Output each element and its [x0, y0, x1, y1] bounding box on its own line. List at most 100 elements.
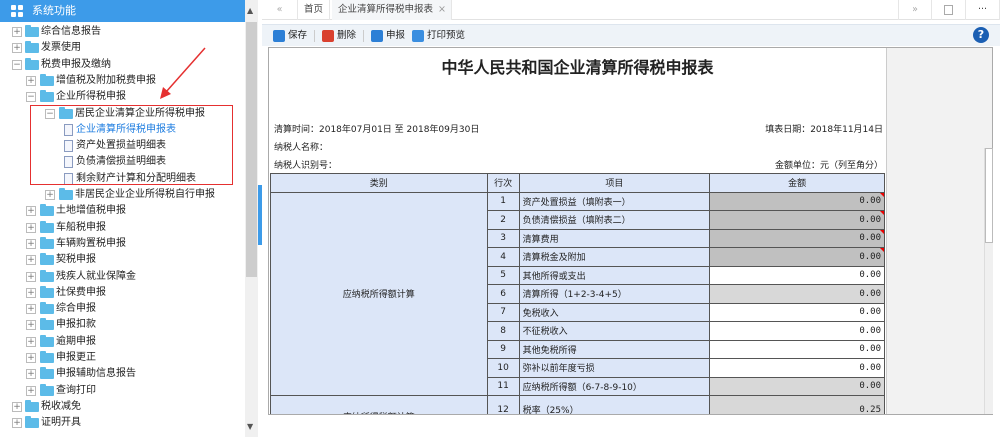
- tree-item-label: 逾期申报: [56, 335, 96, 347]
- expand-icon[interactable]: +: [26, 255, 36, 266]
- item-label: 负债清偿损益（填附表二）: [518, 210, 711, 230]
- tab-current[interactable]: 企业清算所得税申报表 ×: [332, 0, 453, 20]
- amount-field: 0.00: [709, 376, 885, 396]
- save-button[interactable]: 保存: [273, 29, 307, 43]
- tax-form: 中华人民共和国企业清算所得税申报表 清算时间：2018年07月01日 至 201…: [269, 48, 886, 414]
- tree-item[interactable]: + 证明开具: [0, 415, 245, 431]
- amount-field[interactable]: 0.00: [709, 265, 885, 285]
- expand-icon[interactable]: +: [26, 336, 36, 347]
- scroll-thumb[interactable]: [985, 148, 993, 243]
- annotation-arrow: [160, 47, 206, 99]
- folder-icon: [59, 188, 73, 200]
- tree-item[interactable]: + 申报辅助信息报告: [0, 366, 245, 382]
- row-number: 11: [486, 376, 520, 396]
- item-label: 清算所得（1+2-3-4+5）: [518, 284, 711, 304]
- scroll-up-icon[interactable]: ▲: [247, 6, 253, 15]
- tree-item[interactable]: + 非居民企业企业所得税自行申报: [0, 187, 245, 203]
- tree-item[interactable]: + 土地增值税申报: [0, 203, 245, 219]
- delete-button[interactable]: 删除: [322, 29, 356, 43]
- tree-item-label: 税收减免: [41, 400, 81, 412]
- category-cell: 应纳税所得额计算: [270, 191, 488, 396]
- item-label: 应纳税所得额（6-7-8-9-10）: [518, 376, 711, 396]
- tree-item[interactable]: + 综合申报: [0, 301, 245, 317]
- tree-item[interactable]: + 申报更正: [0, 350, 245, 366]
- expand-icon[interactable]: +: [45, 190, 55, 200]
- column-header: 项目: [518, 173, 711, 193]
- row-number: 2: [486, 210, 520, 230]
- item-label: 税率（25%）: [518, 395, 711, 414]
- expand-icon[interactable]: +: [26, 222, 36, 233]
- tree-item-label: 申报扣款: [56, 319, 96, 331]
- item-label: 弥补以前年度亏损: [518, 358, 711, 378]
- expand-icon[interactable]: +: [26, 353, 36, 363]
- folder-icon: [25, 399, 39, 412]
- expand-icon[interactable]: +: [26, 369, 36, 380]
- row-number: 5: [486, 265, 520, 285]
- form-scrollbar[interactable]: [984, 148, 993, 414]
- tab-next-button[interactable]: »: [898, 0, 932, 20]
- tab-home[interactable]: 首页: [298, 0, 331, 20]
- close-icon[interactable]: ×: [438, 0, 446, 20]
- row-number: 1: [486, 191, 520, 211]
- expand-icon[interactable]: +: [26, 271, 36, 282]
- amount-field[interactable]: 0.00: [709, 321, 885, 341]
- more-icon[interactable]: ···: [966, 0, 1000, 20]
- expand-icon[interactable]: +: [26, 385, 36, 396]
- help-icon[interactable]: ?: [973, 27, 989, 43]
- folder-icon: [40, 253, 54, 266]
- expand-icon[interactable]: +: [26, 206, 36, 217]
- item-label: 免税收入: [518, 302, 711, 322]
- expand-icon[interactable]: +: [26, 304, 36, 315]
- tax-table: 类别 行次 项目 金额 应纳税所得额计算 1 资产处置损益（填附表一） 0.00 2 负债清偿损…: [270, 173, 885, 414]
- submit-button[interactable]: 申报: [371, 29, 405, 43]
- tree-item[interactable]: + 契税申报: [0, 252, 245, 268]
- tree-item[interactable]: + 申报扣款: [0, 317, 245, 333]
- tab-prev-button[interactable]: «: [262, 0, 298, 20]
- table-row: 应纳税所得额计算 1 资产处置损益（填附表一） 0.00: [270, 191, 885, 396]
- tree-item[interactable]: + 税收减免: [0, 399, 245, 415]
- folder-icon: [40, 204, 54, 217]
- delete-icon: [322, 30, 334, 42]
- form-title: 中华人民共和国企业清算所得税申报表: [441, 58, 714, 77]
- expand-icon[interactable]: +: [26, 287, 36, 298]
- print-preview-button[interactable]: 打印预览: [412, 29, 465, 43]
- amount-field[interactable]: 0.00: [709, 302, 885, 322]
- item-label: 其他免税所得: [518, 339, 711, 359]
- tree-item-label: 车辆购置税申报: [56, 237, 126, 249]
- folder-icon: [40, 236, 54, 249]
- amount-field: 0.00: [709, 247, 885, 267]
- sidebar-scrollbar[interactable]: ▲ ▼: [245, 0, 258, 437]
- folder-icon: [40, 220, 54, 233]
- scroll-thumb[interactable]: [246, 22, 257, 277]
- tree-item[interactable]: + 逾期申报: [0, 334, 245, 350]
- amount-field: 0.00: [709, 191, 885, 211]
- submit-icon: [371, 30, 383, 42]
- expand-icon[interactable]: +: [26, 320, 36, 331]
- tree-item-label: 契税申报: [56, 254, 96, 266]
- item-label: 资产处置损益（填附表一）: [518, 191, 711, 211]
- tree-item[interactable]: + 车辆购置税申报: [0, 236, 245, 252]
- folder-icon: [40, 318, 54, 331]
- category-cell: 应纳所得税额计算: [270, 395, 488, 414]
- scroll-down-icon[interactable]: ▼: [247, 422, 253, 431]
- row-number: 3: [486, 228, 520, 248]
- amount-field[interactable]: 0.00: [709, 358, 885, 378]
- table-row: 应纳所得税额计算12税率（25%）0.25: [270, 395, 885, 414]
- toolbar: 保存 删除 申报 打印预览: [262, 24, 1000, 46]
- tree-item[interactable]: + 社保费申报: [0, 285, 245, 301]
- taxpayer-id: 纳税人识别号：: [274, 161, 338, 171]
- fill-date: 填表日期：2018年11月14日: [765, 125, 883, 135]
- expand-icon[interactable]: +: [12, 401, 22, 412]
- expand-icon[interactable]: +: [12, 418, 22, 429]
- row-number: 7: [486, 302, 520, 322]
- folder-icon: [40, 367, 54, 380]
- tree-item[interactable]: + 查询打印: [0, 383, 245, 399]
- tree-item[interactable]: + 残疾人就业保障金: [0, 269, 245, 285]
- row-number: 9: [486, 339, 520, 359]
- amount-field[interactable]: 0.00: [709, 339, 885, 359]
- tree-item[interactable]: + 车船税申报: [0, 220, 245, 236]
- tree-item-label: 综合申报: [56, 303, 96, 315]
- maximize-icon[interactable]: [932, 0, 966, 20]
- expand-icon[interactable]: +: [26, 238, 36, 249]
- panel-splitter[interactable]: [258, 185, 262, 245]
